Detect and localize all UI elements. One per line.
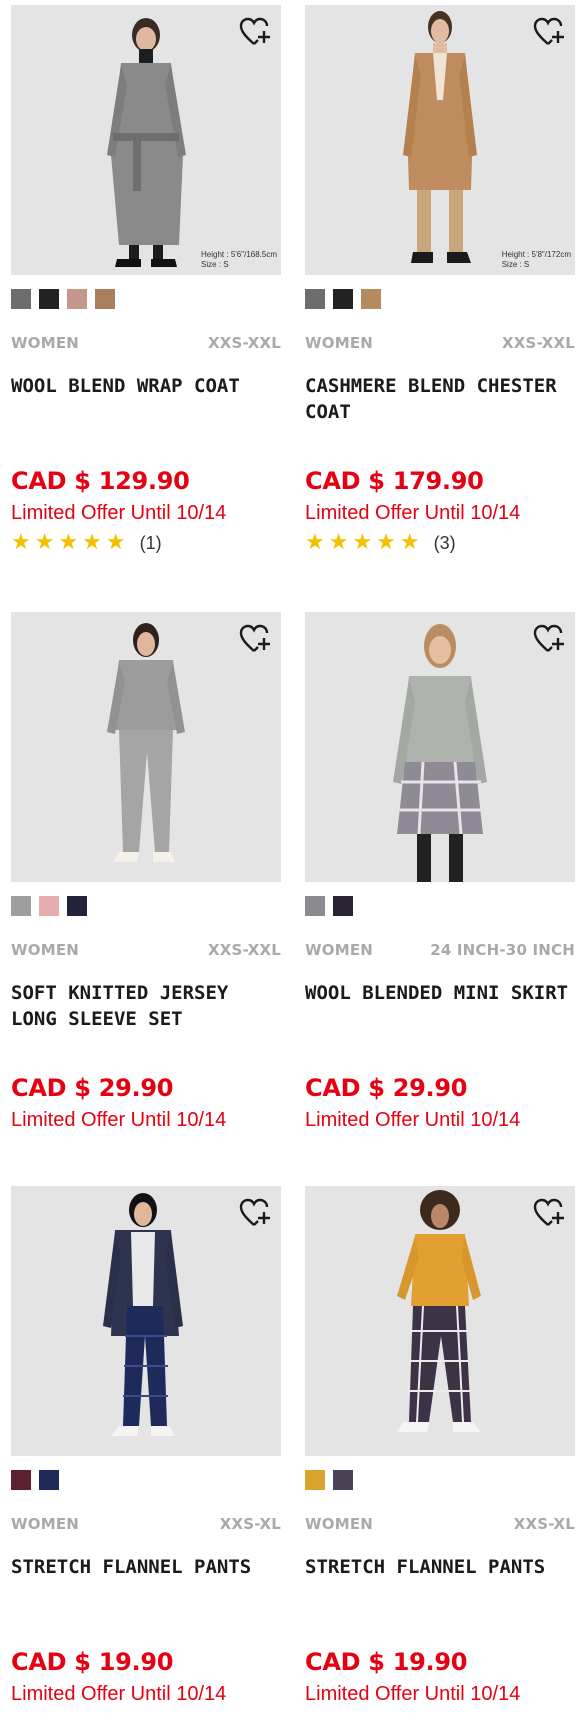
product-price: CAD $ 29.90 bbox=[11, 1074, 174, 1102]
size-range: XXS-XL bbox=[219, 1515, 281, 1533]
color-swatch[interactable] bbox=[95, 289, 115, 309]
color-swatch[interactable] bbox=[39, 1470, 59, 1490]
product-image[interactable] bbox=[305, 612, 575, 882]
product-price: CAD $ 29.90 bbox=[305, 1074, 468, 1102]
color-swatches bbox=[305, 896, 353, 916]
color-swatch[interactable] bbox=[333, 1470, 353, 1490]
size-range: 24 INCH-30 INCH bbox=[430, 941, 575, 959]
gender-label: WOMEN bbox=[11, 1515, 80, 1533]
size-range: XXS-XXL bbox=[501, 334, 575, 352]
product-name[interactable]: SOFT KNITTED JERSEY LONG SLEEVE SET bbox=[11, 980, 281, 1032]
product-price: CAD $ 19.90 bbox=[11, 1648, 174, 1676]
product-row: WOMEN XXS-XL STRETCH FLANNEL PANTS CAD $… bbox=[0, 1186, 578, 1733]
size-range: XXS-XL bbox=[513, 1515, 575, 1533]
model-info: Height : 5'8"/172cm Size : S bbox=[502, 250, 571, 270]
product-price: CAD $ 129.90 bbox=[11, 467, 190, 495]
product-image[interactable] bbox=[305, 1186, 575, 1456]
product-card[interactable]: Height : 5'6"/168.5cm Size : S WOMEN XXS… bbox=[11, 5, 281, 565]
color-swatch[interactable] bbox=[11, 896, 31, 916]
color-swatch[interactable] bbox=[11, 289, 31, 309]
product-meta: WOMEN 24 INCH-30 INCH bbox=[305, 941, 575, 961]
add-to-favorites-icon[interactable] bbox=[239, 17, 271, 47]
color-swatches bbox=[305, 289, 381, 309]
product-image[interactable]: Height : 5'8"/172cm Size : S bbox=[305, 5, 575, 275]
size-range: XXS-XXL bbox=[207, 941, 281, 959]
color-swatch[interactable] bbox=[11, 1470, 31, 1490]
limited-offer-text: Limited Offer Until 10/14 bbox=[11, 1683, 227, 1705]
product-card[interactable]: WOMEN 24 INCH-30 INCH WOOL BLENDED MINI … bbox=[305, 612, 575, 1172]
color-swatches bbox=[11, 1470, 59, 1490]
limited-offer-text: Limited Offer Until 10/14 bbox=[305, 1109, 521, 1131]
product-meta: WOMEN XXS-XXL bbox=[11, 941, 281, 961]
product-rating[interactable]: ★★★★★ (1) bbox=[11, 532, 162, 554]
gender-label: WOMEN bbox=[11, 334, 80, 352]
model-size: Size : S bbox=[201, 260, 229, 269]
rating-stars-icon: ★★★★★ bbox=[305, 530, 424, 555]
color-swatch[interactable] bbox=[67, 896, 87, 916]
product-name[interactable]: STRETCH FLANNEL PANTS bbox=[11, 1554, 281, 1580]
product-meta: WOMEN XXS-XL bbox=[305, 1515, 575, 1535]
product-row: Height : 5'6"/168.5cm Size : S WOMEN XXS… bbox=[0, 5, 578, 580]
limited-offer-text: Limited Offer Until 10/14 bbox=[11, 1109, 227, 1131]
add-to-favorites-icon[interactable] bbox=[239, 624, 271, 654]
limited-offer-text: Limited Offer Until 10/14 bbox=[305, 502, 521, 524]
gender-label: WOMEN bbox=[305, 334, 374, 352]
color-swatch[interactable] bbox=[305, 1470, 325, 1490]
color-swatches bbox=[11, 289, 115, 309]
color-swatch[interactable] bbox=[305, 289, 325, 309]
product-rating[interactable]: ★★★★★ (3) bbox=[305, 532, 456, 554]
review-count: (1) bbox=[139, 532, 162, 553]
add-to-favorites-icon[interactable] bbox=[533, 1198, 565, 1228]
add-to-favorites-icon[interactable] bbox=[533, 624, 565, 654]
color-swatch[interactable] bbox=[39, 289, 59, 309]
color-swatch[interactable] bbox=[333, 896, 353, 916]
product-row: WOMEN XXS-XXL SOFT KNITTED JERSEY LONG S… bbox=[0, 612, 578, 1187]
limited-offer-text: Limited Offer Until 10/14 bbox=[305, 1683, 521, 1705]
product-image[interactable]: Height : 5'6"/168.5cm Size : S bbox=[11, 5, 281, 275]
product-name[interactable]: STRETCH FLANNEL PANTS bbox=[305, 1554, 575, 1580]
color-swatch[interactable] bbox=[39, 896, 59, 916]
product-name[interactable]: WOOL BLEND WRAP COAT bbox=[11, 373, 281, 399]
add-to-favorites-icon[interactable] bbox=[239, 1198, 271, 1228]
product-name[interactable]: CASHMERE BLEND CHESTER COAT bbox=[305, 373, 575, 425]
limited-offer-text: Limited Offer Until 10/14 bbox=[11, 502, 227, 524]
color-swatch[interactable] bbox=[361, 289, 381, 309]
gender-label: WOMEN bbox=[305, 1515, 374, 1533]
gender-label: WOMEN bbox=[11, 941, 80, 959]
color-swatches bbox=[305, 1470, 353, 1490]
product-name[interactable]: WOOL BLENDED MINI SKIRT bbox=[305, 980, 575, 1006]
product-price: CAD $ 19.90 bbox=[305, 1648, 468, 1676]
product-meta: WOMEN XXS-XXL bbox=[305, 334, 575, 354]
color-swatch[interactable] bbox=[305, 896, 325, 916]
product-meta: WOMEN XXS-XXL bbox=[11, 334, 281, 354]
product-card[interactable]: WOMEN XXS-XXL SOFT KNITTED JERSEY LONG S… bbox=[11, 612, 281, 1172]
product-card[interactable]: WOMEN XXS-XL STRETCH FLANNEL PANTS CAD $… bbox=[11, 1186, 281, 1733]
model-height: Height : 5'6"/168.5cm bbox=[201, 250, 277, 259]
color-swatch[interactable] bbox=[67, 289, 87, 309]
gender-label: WOMEN bbox=[305, 941, 374, 959]
product-card[interactable]: WOMEN XXS-XL STRETCH FLANNEL PANTS CAD $… bbox=[305, 1186, 575, 1733]
product-image[interactable] bbox=[11, 612, 281, 882]
model-height: Height : 5'8"/172cm bbox=[501, 250, 571, 259]
color-swatches bbox=[11, 896, 87, 916]
size-range: XXS-XXL bbox=[207, 334, 281, 352]
product-image[interactable] bbox=[11, 1186, 281, 1456]
add-to-favorites-icon[interactable] bbox=[533, 17, 565, 47]
product-card[interactable]: Height : 5'8"/172cm Size : S WOMEN XXS-X… bbox=[305, 5, 575, 565]
product-price: CAD $ 179.90 bbox=[305, 467, 484, 495]
product-meta: WOMEN XXS-XL bbox=[11, 1515, 281, 1535]
rating-stars-icon: ★★★★★ bbox=[11, 530, 130, 555]
model-size: Size : S bbox=[501, 260, 530, 269]
review-count: (3) bbox=[433, 532, 456, 553]
color-swatch[interactable] bbox=[333, 289, 353, 309]
model-info: Height : 5'6"/168.5cm Size : S bbox=[201, 250, 277, 270]
